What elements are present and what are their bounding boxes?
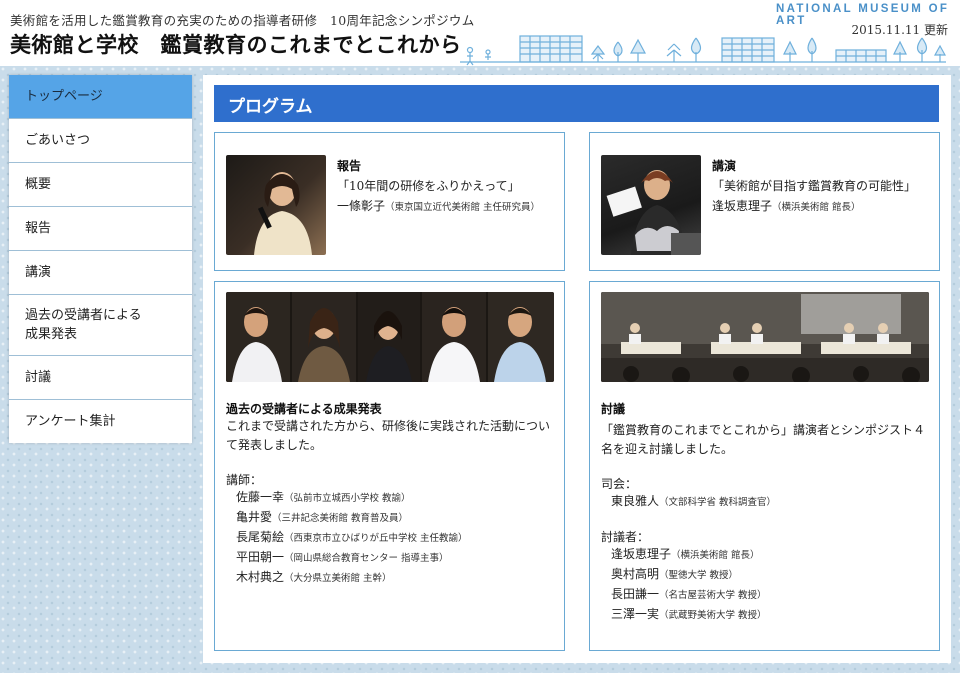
speaker-item: 亀井愛（三井記念美術館 教育普及員） [226,508,556,528]
speaker-name: 木村典之 [236,570,285,584]
panelist-item: 三澤一実（武蔵野美術大学 教授） [601,605,931,625]
lecture-speaker: 逢坂恵理子（横浜美術館 館長） [712,197,934,214]
speaker-name: 長尾菊絵 [236,530,285,544]
speaker-affiliation: （岡山県総合教育センター 指導主事） [284,553,449,564]
speaker-name: 平田朝一 [236,550,285,564]
presentations-heading: 過去の受講者による成果発表 [226,402,382,416]
report-speaker-photo [226,155,326,255]
nav-discussion[interactable]: 討議 [9,356,192,400]
speaker-name: 佐藤一幸 [236,490,285,504]
panelist-affiliation: （横浜美術館 館長） [671,550,760,561]
discussion-card[interactable]: 討議 「鑑賞教育のこれまでとこれから」講演者とシンポジスト４名を迎え討議しました… [589,281,940,651]
site-header: 美術館を活用した鑑賞教育の充実のための指導者研修 10周年記念シンポジウム 美術… [0,0,960,66]
sidebar-nav: トップページ ごあいさつ 概要 報告 講演 過去の受講者による 成果発表 討議 … [9,75,192,443]
discussion-description: 「鑑賞教育のこれまでとこれから」講演者とシンポジスト４名を迎え討議しました。 [601,423,926,456]
nav-survey[interactable]: アンケート集計 [9,400,192,443]
panelist-name: 長田謙一 [611,587,660,601]
report-card[interactable]: 報告 「10年間の研修をふりかえって」 一條彰子（東京国立近代美術館 主任研究員… [214,132,565,271]
nav-lecture[interactable]: 講演 [9,251,192,295]
report-speaker-name: 一條彰子 [337,199,386,213]
panelist-name: 奥村高明 [611,567,660,581]
report-speaker-affiliation: （東京国立近代美術館 主任研究員） [385,202,541,213]
panelist-item: 長田謙一（名古屋芸術大学 教授） [601,585,931,605]
site-subtitle: 美術館を活用した鑑賞教育の充実のための指導者研修 10周年記念シンポジウム [10,13,475,28]
presentations-card[interactable]: 過去の受講者による成果発表 これまで受講された方から、研修後に実践された活動につ… [214,281,565,651]
nav-top-page[interactable]: トップページ [9,75,192,119]
speaker-item: 木村典之（大分県立美術館 主幹） [226,568,556,588]
lecture-speaker-affiliation: （横浜美術館 館長） [772,202,861,213]
nav-greeting[interactable]: ごあいさつ [9,119,192,163]
moderator-name: 東良雅人 [611,494,660,508]
speaker-item: 長尾菊絵（西東京市立ひばりが丘中学校 主任教諭） [226,528,556,548]
discussion-heading: 討議 [601,402,626,416]
report-speaker: 一條彰子（東京国立近代美術館 主任研究員） [337,197,559,214]
speaker-name: 亀井愛 [236,510,273,524]
nav-presentations[interactable]: 過去の受講者による 成果発表 [9,295,192,356]
panelists-label: 討議者： [601,530,650,544]
skyline-illustration [460,35,946,66]
nav-overview[interactable]: 概要 [9,163,192,207]
moderator-item: 東良雅人（文部科学省 教科調査官） [601,492,931,512]
speaker-affiliation: （西東京市立ひばりが丘中学校 主任教諭） [284,533,468,544]
panelist-affiliation: （武蔵野美術大学 教授） [659,610,767,621]
speaker-affiliation: （弘前市立城西小学校 教諭） [284,493,411,504]
moderator-affiliation: （文部科学省 教科調査官） [659,497,777,508]
lecture-speaker-photo [601,155,701,255]
lecture-speaker-name: 逢坂恵理子 [712,199,773,213]
panelist-name: 三澤一実 [611,607,660,621]
discussion-panel-photo [601,292,929,382]
report-label: 報告 [337,159,362,173]
panelist-name: 逢坂恵理子 [611,547,672,561]
speaker-affiliation: （大分県立美術館 主幹） [284,573,392,584]
lecture-label: 講演 [712,159,737,173]
lecture-card[interactable]: 講演 「美術館が目指す鑑賞教育の可能性」 逢坂恵理子（横浜美術館 館長） [589,132,940,271]
presenters-photo [226,292,554,382]
main-content: プログラム 報告 「10年間の研修をふりかえって」 一條彰子（東京国立近代美術館… [203,75,951,663]
speaker-item: 平田朝一（岡山県総合教育センター 指導主事） [226,548,556,568]
moderator-label: 司会： [601,477,638,491]
panelist-affiliation: （名古屋芸術大学 教授） [659,590,767,601]
speaker-affiliation: （三井記念美術館 教育普及員） [272,513,409,524]
program-heading: プログラム [214,85,939,122]
nav-report[interactable]: 報告 [9,207,192,251]
presentations-description: これまで受講された方から、研修後に実践された活動について発表しました。 [226,419,551,452]
report-title: 「10年間の研修をふりかえって」 [337,179,520,193]
site-title[interactable]: 美術館と学校 鑑賞教育のこれまでとこれから [10,29,462,59]
panelist-affiliation: （聖徳大学 教授） [659,570,739,581]
panelist-item: 奥村高明（聖徳大学 教授） [601,565,931,585]
speaker-item: 佐藤一幸（弘前市立城西小学校 教諭） [226,488,556,508]
lecture-title: 「美術館が目指す鑑賞教育の可能性」 [712,179,917,193]
panelist-item: 逢坂恵理子（横浜美術館 館長） [601,545,931,565]
speakers-label: 講師： [226,473,263,487]
